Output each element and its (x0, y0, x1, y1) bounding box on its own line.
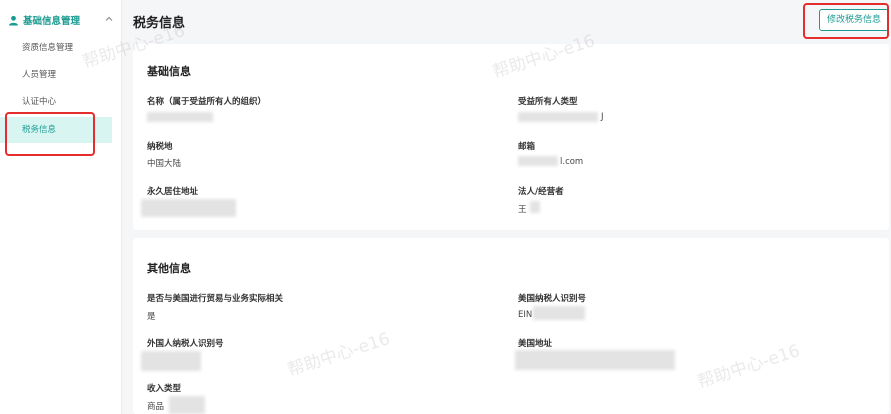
field-label-name: 名称（属于受益所有人的组织） (147, 97, 267, 107)
field-value-us-trade: 是 (147, 312, 156, 322)
redacted-block (147, 112, 213, 122)
field-value-tax-location: 中国大陆 (147, 159, 182, 169)
field-label-us-tin: 美国纳税人识别号 (518, 294, 587, 304)
field-value-legal-person: 王 (518, 205, 527, 215)
redacted-block (518, 112, 598, 122)
field-label-legal-person: 法人/经营者 (518, 187, 564, 197)
page-title: 税务信息 (133, 16, 186, 31)
section-title: 其他信息 (147, 262, 191, 275)
sidebar-item-personnel[interactable]: 人员管理 (0, 62, 112, 88)
highlight-box-sidebar (5, 112, 95, 156)
field-label-us-address: 美国地址 (518, 339, 553, 349)
sidebar-item-label: 资质信息管理 (22, 43, 74, 53)
sidebar: 基础信息管理 资质信息管理 人员管理 认证中心 税务信息 (0, 0, 122, 414)
field-label-tax-location: 纳税地 (147, 142, 173, 152)
redacted-block (533, 306, 585, 320)
basic-info-card: 基础信息 名称（属于受益所有人的组织） 受益所有人类型 J 纳税地 中国大陆 邮… (133, 44, 889, 230)
field-value-owner-type: J (601, 112, 604, 122)
other-info-card: 其他信息 是否与美国进行贸易与业务实际相关 是 美国纳税人识别号 EIN 外国人… (133, 238, 889, 414)
sidebar-item-label: 认证中心 (22, 97, 57, 107)
field-value-income-type: 商品 (147, 402, 165, 412)
chevron-up-icon[interactable] (104, 14, 114, 24)
highlight-box-edit (803, 3, 889, 39)
section-title: 基础信息 (147, 65, 191, 78)
user-icon (9, 15, 18, 26)
field-label-us-trade: 是否与美国进行贸易与业务实际相关 (147, 294, 284, 304)
redacted-block (141, 351, 201, 371)
sidebar-group-header[interactable]: 基础信息管理 (0, 12, 122, 30)
redacted-block (530, 201, 540, 213)
field-value-us-tin: EIN (518, 310, 533, 320)
field-label-foreign-tin: 外国人纳税人识别号 (147, 339, 224, 349)
field-label-income-type: 收入类型 (147, 384, 182, 394)
sidebar-group-title: 基础信息管理 (23, 16, 81, 27)
redacted-block (515, 350, 675, 370)
field-label-email: 邮箱 (518, 142, 536, 152)
field-value-email: l.com (560, 157, 584, 167)
sidebar-item-label: 人员管理 (22, 70, 57, 80)
redacted-block (141, 199, 236, 217)
sidebar-item-qualification[interactable]: 资质信息管理 (0, 35, 112, 61)
field-label-owner-type: 受益所有人类型 (518, 97, 578, 107)
field-label-permanent-address: 永久居住地址 (147, 187, 199, 197)
page-header: 税务信息 (122, 0, 891, 40)
redacted-block (169, 396, 205, 414)
redacted-block (518, 156, 558, 166)
